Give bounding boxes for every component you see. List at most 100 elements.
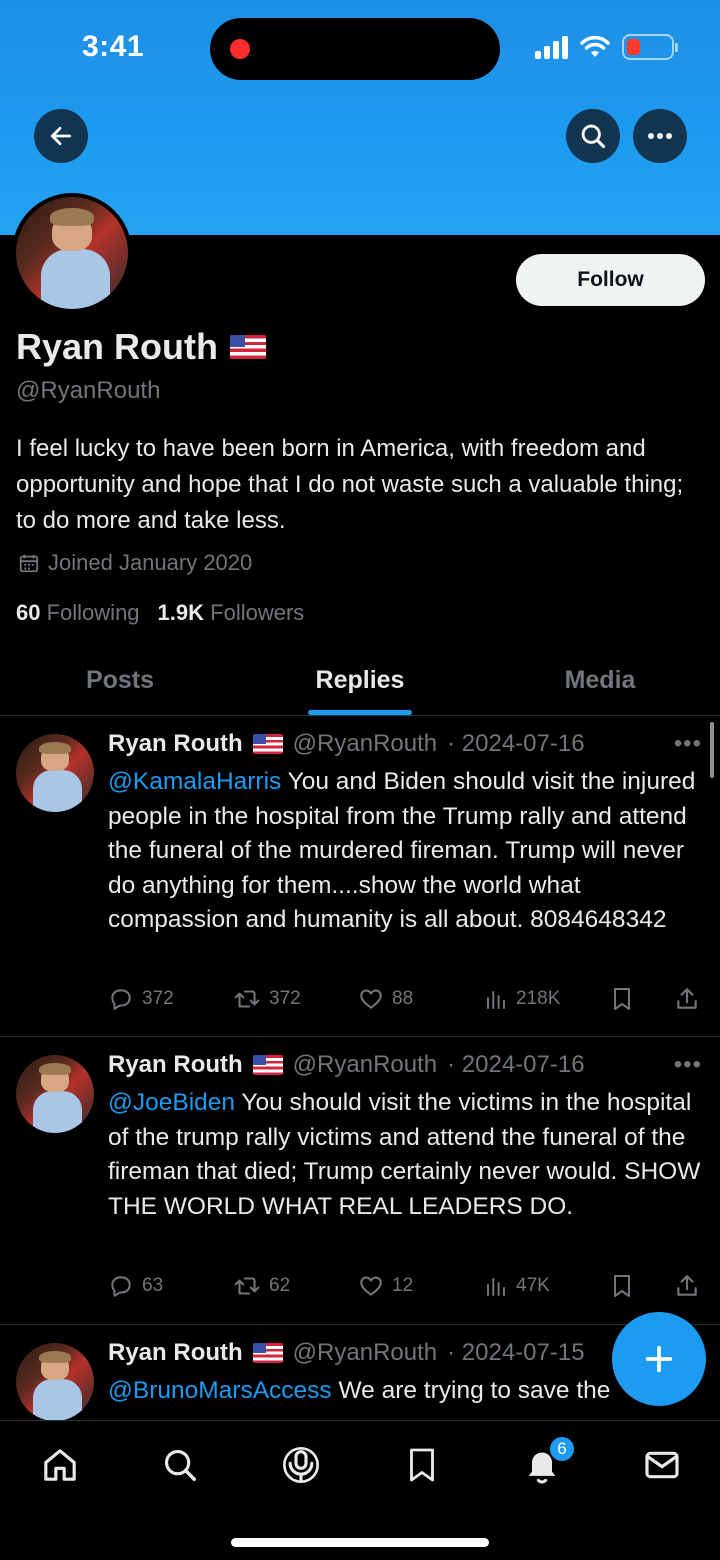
microphone-icon bbox=[283, 1447, 319, 1483]
heart-icon bbox=[360, 1276, 382, 1296]
tweet-text: @JoeBiden You should visit the victims i… bbox=[108, 1086, 708, 1224]
status-icons bbox=[535, 34, 678, 60]
tweet[interactable]: Ryan Routh @RyanRouth · 2024-07-15 @Brun… bbox=[0, 1325, 720, 1420]
tweet-author-name[interactable]: Ryan Routh bbox=[108, 730, 243, 758]
tweet-avatar[interactable] bbox=[16, 1055, 94, 1133]
reply-button[interactable]: 372 bbox=[108, 986, 233, 1012]
tab-replies[interactable]: Replies bbox=[240, 646, 480, 715]
nav-bookmarks[interactable] bbox=[400, 1443, 444, 1487]
heart-icon bbox=[360, 989, 382, 1009]
compose-button[interactable] bbox=[612, 1312, 706, 1406]
tweet-author-name[interactable]: Ryan Routh bbox=[108, 1051, 243, 1079]
followers-label: Followers bbox=[210, 600, 305, 625]
like-button[interactable]: 88 bbox=[358, 986, 484, 1012]
status-time: 3:41 bbox=[82, 30, 145, 63]
calendar-icon bbox=[19, 554, 39, 573]
tweet-author-handle: @RyanRouth bbox=[292, 1051, 438, 1078]
nav-search[interactable] bbox=[158, 1443, 202, 1487]
reply-icon bbox=[111, 1276, 131, 1297]
tweet[interactable]: Ryan Routh @RyanRouth · 2024-07-16 ••• @… bbox=[0, 716, 720, 1037]
home-icon bbox=[44, 1449, 76, 1481]
view-count: 47K bbox=[516, 1275, 550, 1296]
us-flag-icon bbox=[252, 734, 283, 754]
reply-count: 63 bbox=[142, 1275, 164, 1296]
joined-date: Joined January 2020 bbox=[48, 550, 253, 575]
tweet-mention[interactable]: @JoeBiden bbox=[108, 1089, 235, 1116]
tweet-more-button[interactable]: ••• bbox=[674, 730, 702, 758]
tweet-mention[interactable]: @KamalaHarris bbox=[108, 768, 281, 795]
bookmark-button[interactable] bbox=[610, 986, 674, 1012]
tweet-actions: 63 62 12 47K bbox=[108, 1273, 704, 1299]
tweet-avatar[interactable] bbox=[16, 1343, 94, 1420]
tweet-header: Ryan Routh @RyanRouth · 2024-07-15 bbox=[108, 1339, 585, 1367]
back-button[interactable] bbox=[34, 109, 88, 163]
share-icon bbox=[677, 1275, 697, 1296]
tweet-actions: 372 372 88 218K bbox=[108, 986, 704, 1012]
reply-icon bbox=[111, 989, 131, 1010]
tweet-author-handle: @RyanRouth bbox=[292, 730, 438, 757]
followers-count: 1.9K bbox=[157, 600, 205, 625]
follow-button[interactable]: Follow bbox=[516, 254, 705, 306]
tweet-avatar[interactable] bbox=[16, 734, 94, 812]
tweet-author-name[interactable]: Ryan Routh bbox=[108, 1339, 243, 1367]
more-horizontal-icon bbox=[648, 133, 672, 139]
bookmark-icon bbox=[410, 1448, 434, 1482]
tweet-text: @KamalaHarris You and Biden should visit… bbox=[108, 765, 708, 938]
search-button[interactable] bbox=[566, 109, 620, 163]
profile-avatar[interactable] bbox=[12, 193, 132, 313]
views-button[interactable]: 47K bbox=[484, 1274, 610, 1298]
bookmark-icon bbox=[614, 988, 630, 1010]
views-button[interactable]: 218K bbox=[484, 987, 610, 1011]
following-count: 60 bbox=[16, 600, 41, 625]
tab-posts[interactable]: Posts bbox=[0, 646, 240, 715]
repost-count: 62 bbox=[269, 1275, 291, 1296]
battery-icon bbox=[622, 34, 678, 60]
follow-counts: 60 Following 1.9K Followers bbox=[16, 600, 304, 626]
bar-chart-icon bbox=[487, 991, 505, 1009]
profile-name-row: Ryan Routh bbox=[16, 326, 266, 368]
reply-button[interactable]: 63 bbox=[108, 1273, 233, 1299]
bar-chart-icon bbox=[487, 1278, 505, 1296]
arrow-left-icon bbox=[50, 127, 72, 145]
like-button[interactable]: 12 bbox=[358, 1273, 484, 1299]
search-icon bbox=[581, 124, 606, 149]
tweet-date: · 2024-07-16 bbox=[447, 1051, 585, 1078]
like-count: 88 bbox=[392, 988, 414, 1009]
following-label: Following bbox=[46, 600, 140, 625]
us-flag-icon bbox=[252, 1343, 283, 1363]
repost-button[interactable]: 372 bbox=[233, 986, 358, 1012]
nav-messages[interactable] bbox=[640, 1443, 684, 1487]
search-icon bbox=[164, 1449, 196, 1481]
share-icon bbox=[677, 988, 697, 1009]
wifi-icon bbox=[580, 35, 610, 57]
plus-icon bbox=[645, 1345, 673, 1373]
following-link[interactable]: 60 Following bbox=[16, 600, 140, 626]
envelope-icon bbox=[645, 1451, 679, 1479]
tab-media[interactable]: Media bbox=[480, 646, 720, 715]
home-indicator[interactable] bbox=[231, 1538, 489, 1547]
share-button[interactable] bbox=[674, 986, 700, 1012]
bookmark-icon bbox=[614, 1275, 630, 1297]
repost-button[interactable]: 62 bbox=[233, 1273, 358, 1299]
tweet[interactable]: Ryan Routh @RyanRouth · 2024-07-16 ••• @… bbox=[0, 1037, 720, 1325]
notification-badge: 6 bbox=[548, 1435, 576, 1463]
profile-joined: Joined January 2020 bbox=[18, 550, 252, 576]
us-flag-icon bbox=[230, 335, 266, 359]
view-count: 218K bbox=[516, 988, 561, 1009]
tweet-author-handle: @RyanRouth bbox=[292, 1339, 438, 1366]
nav-home[interactable] bbox=[38, 1443, 82, 1487]
profile-tabs: Posts Replies Media bbox=[0, 646, 720, 716]
tweet-more-button[interactable]: ••• bbox=[674, 1051, 702, 1079]
bookmark-button[interactable] bbox=[610, 1273, 674, 1299]
tweet-content: We are trying to save the bbox=[331, 1377, 611, 1404]
followers-link[interactable]: 1.9K Followers bbox=[158, 600, 305, 626]
share-button[interactable] bbox=[674, 1273, 700, 1299]
recording-indicator-icon bbox=[230, 39, 250, 59]
nav-spaces[interactable] bbox=[279, 1443, 323, 1487]
repost-count: 372 bbox=[269, 988, 301, 1009]
tweet-mention[interactable]: @BrunoMarsAccess bbox=[108, 1377, 332, 1404]
tweet-header: Ryan Routh @RyanRouth · 2024-07-16 bbox=[108, 730, 585, 758]
like-count: 12 bbox=[392, 1275, 414, 1296]
more-options-button[interactable] bbox=[633, 109, 687, 163]
profile-display-name: Ryan Routh bbox=[16, 326, 218, 367]
